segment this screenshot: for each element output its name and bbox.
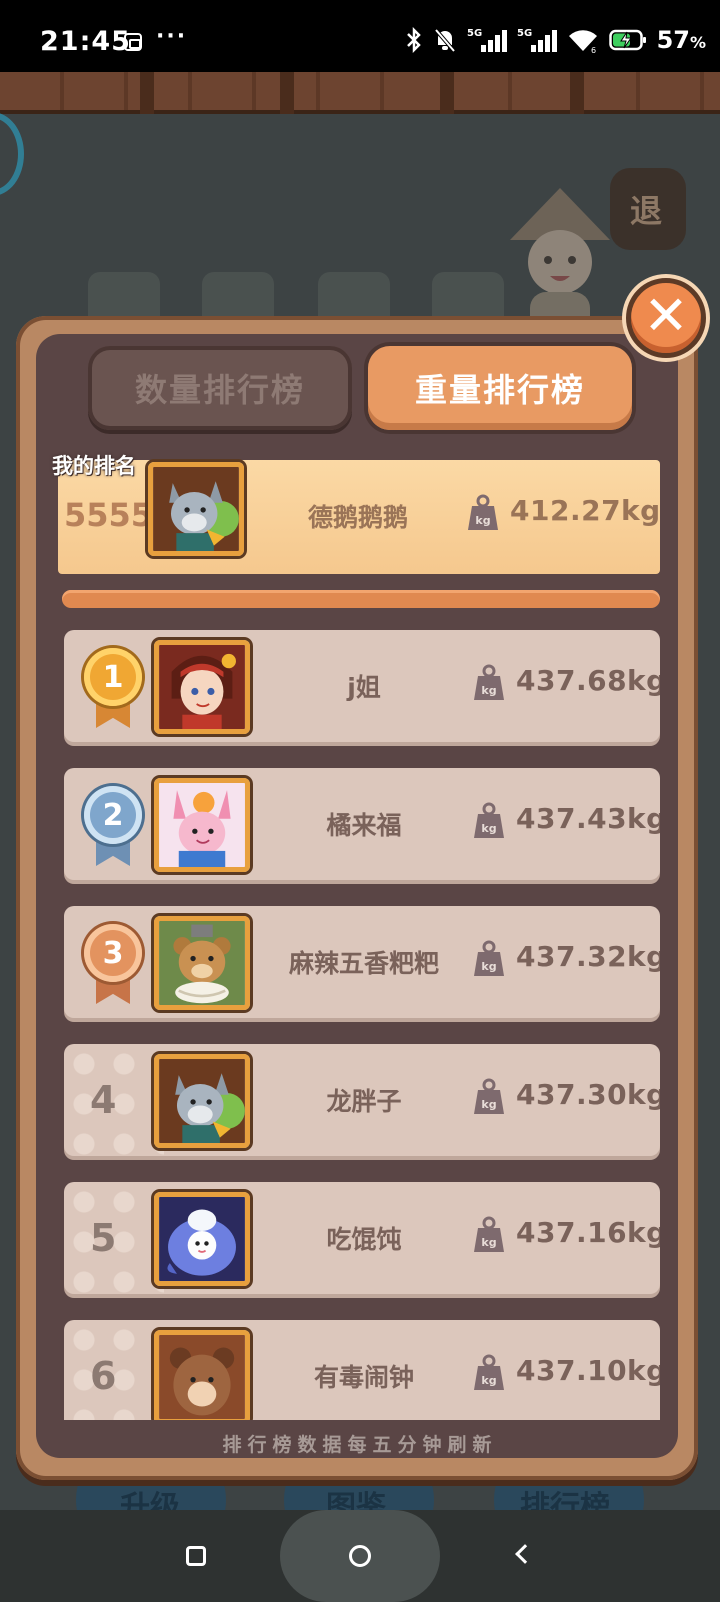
my-rank-label: 我的排名 [52,454,136,478]
leaderboard-row[interactable]: 4 龙胖子 kg 437.30kg [64,1044,660,1156]
divider-bar [62,590,660,608]
rank-number: 6 [90,1354,117,1398]
player-name: 橘来福 [326,811,402,840]
leaderboard-list[interactable]: 1 j姐 kg 437.68kg 2 橘来福 kg 437.43kg 3 麻辣五… [58,630,668,1420]
leaderboard-row[interactable]: 2 橘来福 kg 437.43kg [64,768,660,880]
avatar[interactable] [154,916,250,1010]
svg-text:kg: kg [481,1236,496,1249]
leaderboard-row[interactable]: 3 麻辣五香粑粑 kg 437.32kg [64,906,660,1018]
wooden-fence [0,72,720,114]
player-weight: 412.27kg [510,494,661,527]
player-name: 德鹅鹅鹅 [307,503,408,532]
svg-text:5G: 5G [517,28,532,39]
svg-text:kg: kg [481,1098,496,1111]
rank-number: 5 [90,1216,117,1260]
my-rank-number: 5555 [64,496,154,534]
avatar[interactable] [154,1054,250,1148]
avatar[interactable] [154,1330,250,1420]
more-notifications-icon: ··· [156,24,188,49]
avatar[interactable] [154,1192,250,1286]
avatar[interactable] [154,640,250,734]
player-weight: 437.30kg [516,1078,660,1111]
player-weight: 437.10kg [516,1354,660,1387]
svg-text:6: 6 [591,46,596,53]
rank-number: 4 [90,1078,117,1122]
tab-weight-ranking[interactable]: 重量排行榜 [368,346,632,430]
player-name: 龙胖子 [326,1087,402,1116]
close-icon: ✕ [643,284,689,347]
exit-sign: 退 [610,168,686,250]
bg-leaderboard-label: 排行榜 [520,1490,610,1510]
status-bar: 21:45 ··· 5G 5G 6 57% [0,0,720,72]
player-weight: 437.68kg [516,664,660,697]
player-weight: 437.16kg [516,1216,660,1249]
weight-kg-icon: kg [474,1216,504,1252]
avatar[interactable] [148,462,244,556]
svg-text:kg: kg [481,822,496,835]
svg-text:kg: kg [481,1374,496,1387]
my-rank-row: 5555 德鹅鹅鹅 kg 412.27kg [58,460,660,574]
player-name: 吃馄饨 [326,1225,402,1254]
back-button[interactable] [515,1544,535,1564]
mute-bell-icon [434,28,456,53]
close-button[interactable]: ✕ [626,278,706,358]
avatar[interactable] [154,778,250,872]
status-icons: 5G 5G 6 57% [405,26,706,54]
weight-kg-icon: kg [474,1354,504,1390]
system-nav-bar [0,1510,720,1602]
player-weight: 437.43kg [516,802,660,835]
bg-round-button [0,112,24,196]
bg-upgrade-label: 升级 [120,1490,180,1510]
refresh-note: 排行榜数据每五分钟刷新 [222,1434,498,1456]
gold-medal-icon: 1 [84,648,142,732]
home-button[interactable] [349,1545,371,1567]
svg-text:kg: kg [481,960,496,973]
battery-charging-icon [608,29,646,51]
bluetooth-icon [406,27,421,53]
wifi-icon: 6 [568,30,597,53]
bg-collection-label: 图鉴 [326,1490,386,1510]
weight-kg-icon: kg [474,940,504,976]
svg-text:5G: 5G [467,28,482,39]
player-name: 麻辣五香粑粑 [288,949,439,978]
notification-app-icon [124,33,142,51]
weight-kg-icon: kg [474,802,504,838]
status-time: 21:45 [40,26,131,57]
player-name: 有毒闹钟 [313,1363,414,1392]
5g-signal-icon: 5G [517,28,557,52]
weight-kg-icon: kg [474,1078,504,1114]
player-weight: 437.32kg [516,940,660,973]
svg-text:kg: kg [475,514,490,527]
svg-text:kg: kg [481,684,496,697]
player-name: j姐 [347,673,381,702]
bronze-medal-icon: 3 [84,924,142,1008]
leaderboard-row[interactable]: 6 有毒闹钟 kg 437.10kg [64,1320,660,1420]
5g-signal-icon: 5G [467,28,507,52]
leaderboard-row[interactable]: 5 吃馄饨 kg 437.16kg [64,1182,660,1294]
silver-medal-icon: 2 [84,786,142,870]
weight-kg-icon: kg [474,664,504,700]
recents-button[interactable] [186,1546,206,1566]
leaderboard-row[interactable]: 1 j姐 kg 437.68kg [64,630,660,742]
battery-percent: 57% [656,26,706,54]
weight-kg-icon: kg [468,494,498,530]
tab-quantity-ranking[interactable]: 数量排行榜 [88,346,352,430]
